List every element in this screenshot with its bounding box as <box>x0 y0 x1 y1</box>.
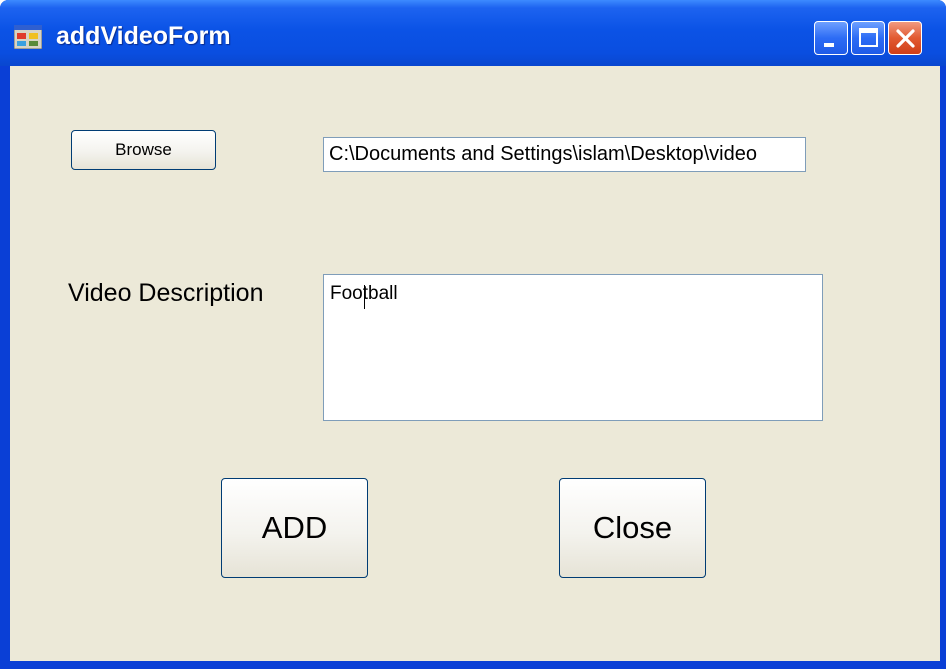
close-window-button[interactable] <box>888 21 922 55</box>
close-icon <box>896 29 915 48</box>
minimize-button[interactable] <box>814 21 848 55</box>
browse-button[interactable]: Browse <box>71 130 216 170</box>
file-path-input[interactable]: C:\Documents and Settings\islam\Desktop\… <box>323 137 806 172</box>
add-button[interactable]: ADD <box>221 478 368 578</box>
title-bar[interactable]: addVideoForm <box>0 0 946 66</box>
minimize-icon <box>824 43 834 47</box>
text-caret <box>364 285 365 309</box>
video-description-textarea[interactable]: Football <box>323 274 823 421</box>
app-window: addVideoForm Browse C:\Documents and Set… <box>0 0 946 669</box>
close-button[interactable]: Close <box>559 478 706 578</box>
maximize-icon <box>859 28 878 47</box>
video-description-label: Video Description <box>68 279 264 307</box>
window-title: addVideoForm <box>56 22 231 50</box>
maximize-button[interactable] <box>851 21 885 55</box>
form-app-icon <box>13 24 43 50</box>
form-client-area: Browse C:\Documents and Settings\islam\D… <box>10 66 940 661</box>
